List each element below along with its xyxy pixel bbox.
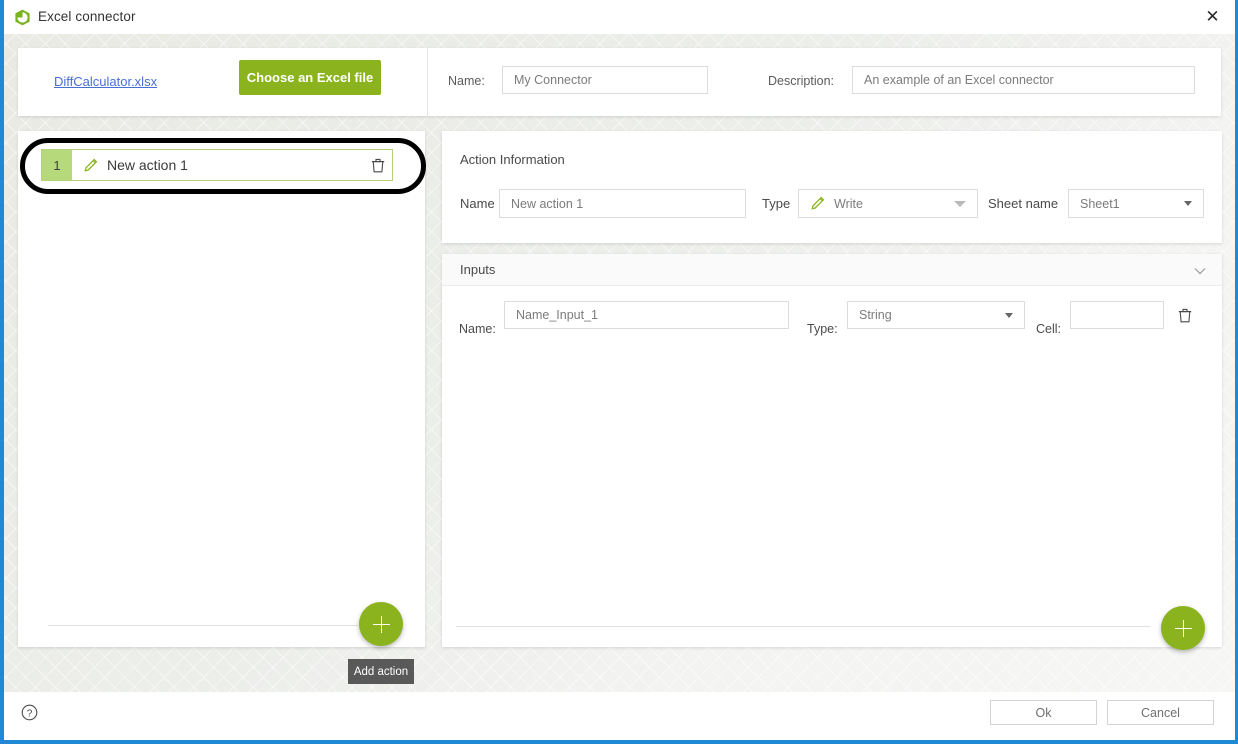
action-type-value: Write xyxy=(834,196,863,211)
input-name-field[interactable]: Name_Input_1 xyxy=(504,301,789,329)
input-type-value: String xyxy=(859,308,892,322)
add-action-tooltip: Add action xyxy=(348,659,414,684)
inputs-panel: Inputs Name: Name_Input_1 Type: String C… xyxy=(442,254,1222,647)
connector-description-input[interactable]: An example of an Excel connector xyxy=(852,66,1195,94)
ok-button[interactable]: Ok xyxy=(990,700,1097,725)
connector-name-label: Name: xyxy=(448,74,485,88)
action-name-label: Name xyxy=(460,196,495,211)
close-icon[interactable]: ✕ xyxy=(1190,0,1235,33)
header-divider xyxy=(427,48,428,116)
excel-file-link[interactable]: DiffCalculator.xlsx xyxy=(54,74,157,89)
window-title: Excel connector xyxy=(38,9,136,24)
pencil-icon xyxy=(83,158,98,173)
input-cell-field[interactable] xyxy=(1070,301,1164,329)
action-type-dropdown[interactable]: Write xyxy=(798,189,978,218)
action-information-title: Action Information xyxy=(460,152,565,167)
plus-icon xyxy=(372,615,390,633)
action-name-input[interactable]: New action 1 xyxy=(499,189,746,218)
action-list-item-label: New action 1 xyxy=(107,157,188,173)
connector-name-input[interactable]: My Connector xyxy=(502,66,708,94)
inputs-section-header[interactable]: Inputs xyxy=(442,254,1222,286)
trash-icon[interactable] xyxy=(1175,305,1195,325)
dialog-footer: ? Ok Cancel xyxy=(4,692,1235,740)
inputs-title: Inputs xyxy=(460,262,496,277)
action-index-badge: 1 xyxy=(42,150,72,180)
choose-excel-file-button[interactable]: Choose an Excel file xyxy=(239,60,381,95)
chevron-down-icon xyxy=(954,200,966,207)
actions-panel-divider xyxy=(48,625,358,626)
input-type-dropdown[interactable]: String xyxy=(847,301,1025,329)
cancel-button[interactable]: Cancel xyxy=(1107,700,1214,725)
actions-list-panel: 1 New action 1 xyxy=(18,131,425,647)
excel-connector-dialog: Excel connector ✕ DiffCalculator.xlsx Ch… xyxy=(0,0,1238,744)
action-information-panel: Action Information Name New action 1 Typ… xyxy=(442,131,1222,243)
add-action-button[interactable] xyxy=(359,602,403,646)
trash-icon[interactable] xyxy=(364,150,392,180)
chevron-down-icon[interactable] xyxy=(1192,263,1208,279)
connector-header-card: DiffCalculator.xlsx Choose an Excel file… xyxy=(18,48,1221,116)
sheet-name-value: Sheet1 xyxy=(1080,196,1120,211)
action-type-label: Type xyxy=(762,196,791,211)
input-type-label: Type: xyxy=(807,322,838,336)
title-bar: Excel connector ✕ xyxy=(4,0,1235,35)
action-list-item[interactable]: 1 New action 1 xyxy=(41,149,393,181)
svg-text:?: ? xyxy=(27,708,33,719)
pencil-icon xyxy=(810,196,825,211)
connector-description-label: Description: xyxy=(768,74,834,88)
inputs-panel-divider xyxy=(456,626,1150,627)
add-input-button[interactable] xyxy=(1161,606,1205,650)
input-cell-label: Cell: xyxy=(1036,322,1062,336)
sheet-name-dropdown[interactable]: Sheet1 xyxy=(1068,189,1204,218)
chevron-down-icon xyxy=(1005,312,1013,318)
excel-connector-icon xyxy=(14,9,31,26)
input-name-label: Name: xyxy=(459,322,496,336)
help-icon[interactable]: ? xyxy=(21,704,38,721)
chevron-down-icon xyxy=(1184,201,1192,206)
sheet-name-label: Sheet name xyxy=(988,196,1059,211)
plus-icon xyxy=(1174,619,1192,637)
